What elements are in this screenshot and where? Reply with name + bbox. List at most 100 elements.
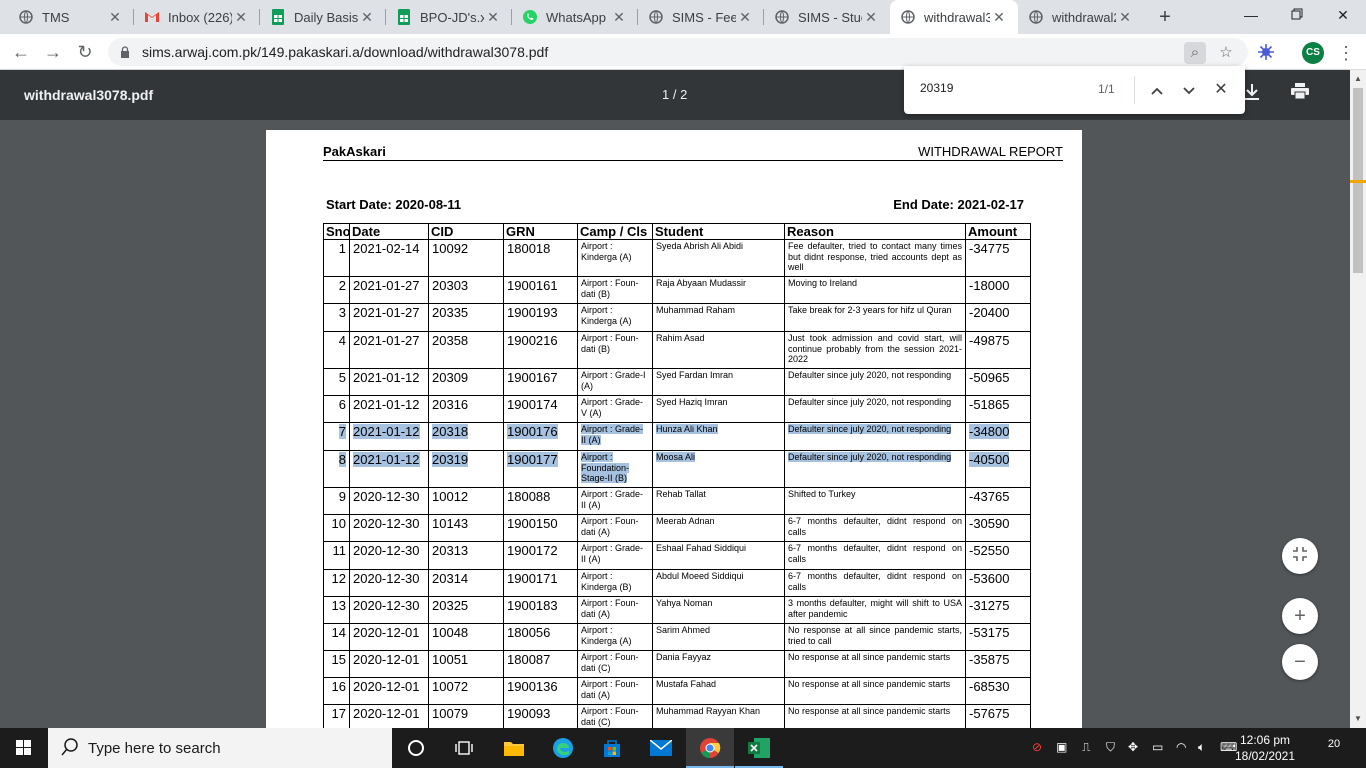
globe-icon [774,9,790,25]
tray-icon[interactable]: ▣ [1056,740,1067,754]
cell-sno: 14 [323,623,350,651]
sheets-icon [270,9,286,25]
scroll-up-arrow[interactable]: ▲ [1350,74,1366,83]
table-row: 2 2021-01-27 20303 1900161 Airport : Foun- d… [323,276,1031,304]
print-icon[interactable] [1288,83,1312,107]
tab-sims-stud[interactable]: SIMS - Stud ✕ [764,0,890,34]
cell-reason-text: Defaulter since july 2020, not respondin… [788,424,952,434]
network-tray-icon[interactable]: ✥ [1128,740,1138,754]
tab-inbox[interactable]: Inbox (226) - ✕ [134,0,260,34]
close-icon[interactable]: ✕ [610,9,628,26]
shield-icon[interactable]: ⛉ [1106,740,1115,755]
forward-button[interactable]: → [40,39,66,65]
browser-menu-icon[interactable]: ⋮ [1336,42,1356,64]
file-explorer-icon[interactable] [490,728,538,768]
scroll-down-arrow[interactable]: ▼ [1350,714,1366,723]
taskbar-search-box[interactable]: Type here to search [48,728,392,768]
close-icon[interactable]: ✕ [736,9,754,26]
cell-date: 2020-12-30 [349,596,429,624]
cell-grn: 190093 [503,704,578,728]
vertical-scrollbar[interactable]: ▲ ▼ [1350,70,1366,728]
cell-date: 2020-12-30 [349,514,429,542]
cell-amount: -49875 [965,331,1031,369]
cell-sno: 11 [323,541,350,570]
cell-reason-text: Just took admission and covid start, wil… [788,333,962,364]
find-next-button[interactable] [1177,78,1201,102]
task-view-icon[interactable] [440,728,488,768]
close-icon[interactable]: ✕ [862,9,880,26]
tab-tms[interactable]: TMS ✕ [8,0,134,34]
pdf-page-indicator[interactable]: 1 / 2 [662,87,687,102]
cell-camp-class: Airport : Grade- II (A) [577,422,653,451]
acrobat-tray-icon[interactable]: ⊘ [1032,740,1042,754]
find-previous-button[interactable] [1145,78,1169,102]
cell-date-text: 2021-01-27 [353,305,420,320]
cell-camp-class-text: Airport : Foundation- Stage-II (B) [581,452,630,483]
search-placeholder: Type here to search [88,740,221,757]
tab-daily-basis[interactable]: Daily Basis ( ✕ [260,0,386,34]
cell-cid: 10012 [428,487,504,515]
cell-amount-text: -34775 [969,241,1010,256]
tab-whatsapp[interactable]: WhatsApp ✕ [512,0,638,34]
cell-sno: 3 [323,303,350,332]
cell-cid: 20309 [428,368,504,396]
close-window-button[interactable]: ✕ [1320,0,1366,30]
cell-student: Eshaal Fahad Siddiqui [652,541,785,570]
cell-amount: -34775 [965,239,1031,277]
cell-camp-class: Airport : Grade- V (A) [577,395,653,423]
new-tab-button[interactable]: + [1153,5,1177,29]
bookmark-star-icon[interactable]: ☆ [1215,42,1237,64]
volume-icon[interactable]: 🔈︎ [1198,740,1205,755]
excel-icon[interactable] [735,728,783,768]
cell-camp-class: Airport : Kinderga (B) [577,569,653,597]
address-bar[interactable]: sims.arwaj.com.pk/149.pakaskari.a/downlo… [108,38,1248,66]
close-icon[interactable]: ✕ [232,9,250,26]
minimize-button[interactable]: — [1228,0,1274,30]
close-icon[interactable]: ✕ [358,9,376,26]
reload-button[interactable]: ↻ [72,39,98,65]
cell-student-text: Rahim Asad [656,333,705,343]
system-clock[interactable]: 12:06 pm 18/02/2021 [1230,732,1300,764]
cell-date-text: 2021-01-12 [353,370,420,385]
cell-date-text: 2021-01-12 [353,397,420,412]
usb-icon[interactable]: ⎍ [1082,740,1090,755]
cell-sno-text: 14 [331,625,346,640]
find-in-page-icon[interactable]: ⌕ [1184,42,1206,64]
cell-reason-text: Take break for 2-3 years for hifz ul Qur… [788,305,952,315]
cell-student-text: Meerab Adnan [656,516,715,526]
tab-sims-fee[interactable]: SIMS - Fee_ ✕ [638,0,764,34]
table-row: 15 2020-12-01 10051 180087 Airport : Foun- d… [323,650,1031,678]
tab-withdrawal3[interactable]: withdrawal3 ✕ [890,0,1018,34]
cell-amount: -68530 [965,677,1031,705]
store-icon[interactable] [588,728,636,768]
notification-center-icon[interactable]: 20 [1322,738,1346,758]
tab-bpo-jds[interactable]: BPO-JD's.xls ✕ [386,0,512,34]
close-icon[interactable]: ✕ [1116,9,1134,26]
close-icon[interactable]: ✕ [106,9,124,26]
cortana-icon[interactable] [392,728,440,768]
tab-withdrawal2[interactable]: withdrawal2 ✕ [1018,0,1144,34]
windows-start-button[interactable] [0,728,48,768]
extension-icon[interactable] [1256,42,1278,64]
cell-amount-text: -35875 [969,652,1010,667]
cell-reason: 6-7 months defaulter, didnt respond on c… [784,569,966,597]
profile-avatar[interactable]: CS [1302,42,1324,64]
edge-icon[interactable] [539,728,587,768]
close-icon[interactable]: ✕ [484,9,502,26]
zoom-in-button[interactable]: + [1282,598,1318,634]
battery-icon[interactable]: ▭ [1152,740,1163,754]
fit-to-page-button[interactable] [1282,538,1318,574]
close-icon[interactable]: ✕ [990,9,1008,26]
cell-date: 2021-02-14 [349,239,429,277]
restore-button[interactable] [1274,0,1320,30]
pdf-viewer[interactable]: PakAskari WITHDRAWAL REPORT Start Date: … [0,120,1350,728]
find-close-button[interactable]: ✕ [1209,78,1233,102]
back-button[interactable]: ← [8,39,34,65]
find-input[interactable] [920,81,1070,95]
wifi-icon[interactable]: ◠ [1176,740,1186,754]
start-date: Start Date: 2020-08-11 [326,197,462,212]
cell-reason-text: 6-7 months defaulter, didnt respond on c… [788,571,962,592]
chrome-icon[interactable] [686,728,734,768]
mail-icon[interactable] [637,728,685,768]
zoom-out-button[interactable]: − [1282,644,1318,680]
